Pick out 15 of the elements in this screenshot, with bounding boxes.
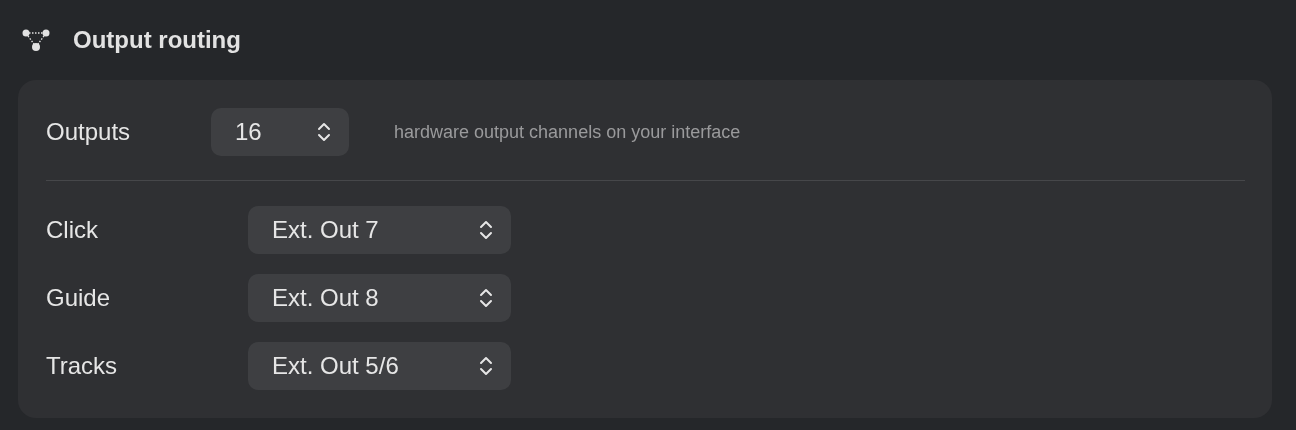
routing-icon [21,27,51,53]
chevron-updown-icon [479,219,493,241]
route-label: Guide [46,283,112,313]
outputs-stepper[interactable]: 16 [211,108,349,156]
chevron-updown-icon [479,355,493,377]
outputs-label: Outputs [46,117,132,147]
outputs-hint: hardware output channels on your interface [394,120,741,144]
route-label: Tracks [46,351,119,381]
route-label: Click [46,215,99,245]
output-select[interactable]: Ext. Out 7 [248,206,511,254]
chevron-updown-icon [479,287,493,309]
output-select[interactable]: Ext. Out 5/6 [248,342,511,390]
section-title: Output routing [73,25,241,55]
output-select[interactable]: Ext. Out 8 [248,274,511,322]
chevron-updown-icon [317,121,331,143]
